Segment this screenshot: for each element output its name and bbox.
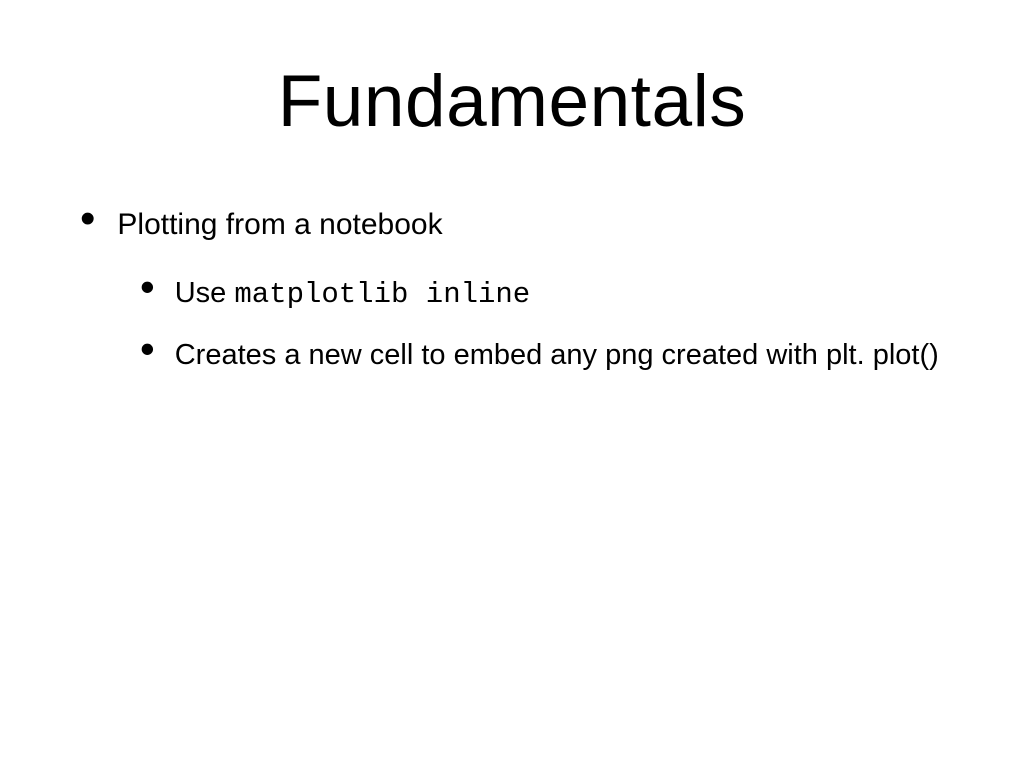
text-prefix: Use [175, 277, 235, 309]
sublist: • Use matplotlib inline • Creates a new … [80, 262, 964, 375]
list-item: • Creates a new cell to embed any png cr… [140, 334, 964, 375]
bullet-icon: • [140, 276, 155, 298]
list-item: • Plotting from a notebook [80, 203, 964, 244]
slide: Fundamentals • Plotting from a notebook … [0, 0, 1024, 768]
bullet-icon: • [80, 207, 95, 231]
code-text: matplotlib inline [234, 278, 530, 311]
bullet-text: Use matplotlib inline [175, 272, 531, 314]
bullet-text: Creates a new cell to embed any png crea… [175, 334, 939, 375]
slide-content: • Plotting from a notebook • Use matplot… [0, 203, 1024, 375]
bullet-text: Plotting from a notebook [117, 203, 442, 244]
slide-title: Fundamentals [0, 0, 1024, 203]
bullet-icon: • [140, 338, 155, 360]
list-item: • Use matplotlib inline [140, 272, 964, 314]
